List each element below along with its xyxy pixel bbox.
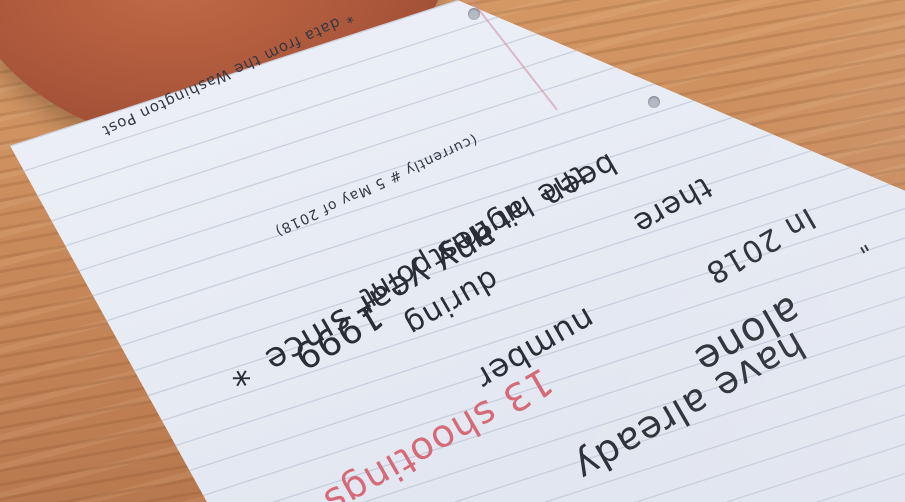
punch-hole: [468, 8, 480, 20]
photo-scene: * data from the Washington Post (current…: [0, 0, 905, 502]
punch-hole: [648, 96, 660, 108]
